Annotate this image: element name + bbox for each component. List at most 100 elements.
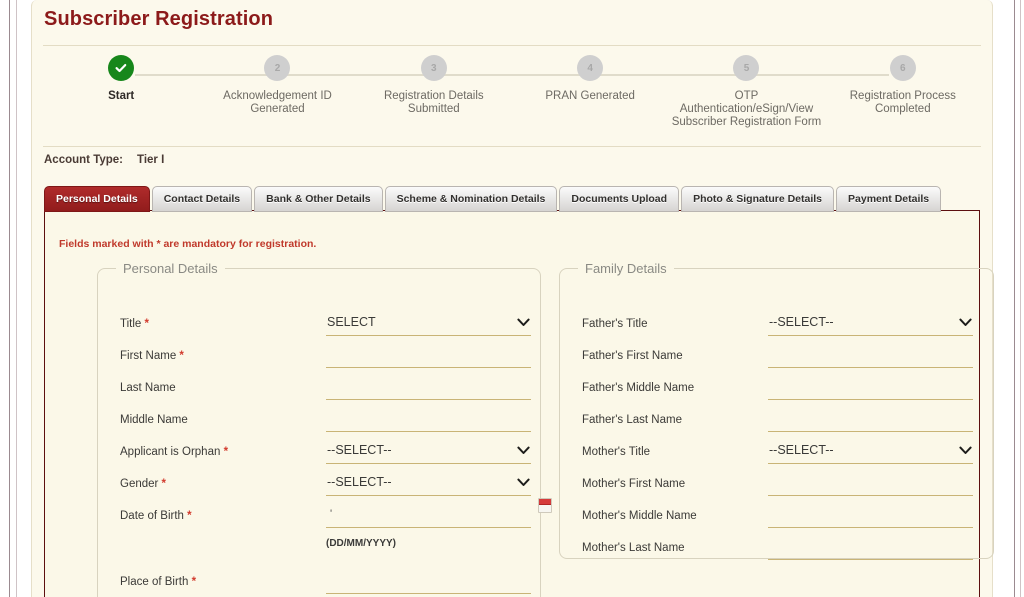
form-row: Title * SELECT xyxy=(98,310,540,342)
field-label-text: Applicant is Orphan xyxy=(120,446,221,458)
date-input-date-of-birth[interactable]: ' xyxy=(326,498,552,528)
required-asterisk: * xyxy=(183,510,192,522)
calendar-icon[interactable] xyxy=(538,498,552,513)
select-applicant-is-orphan[interactable]: --SELECT-- xyxy=(326,442,531,464)
field-value: SELECT xyxy=(327,315,376,329)
form-row: Mother's First Name xyxy=(560,470,993,502)
field-label-first-name: First Name * xyxy=(120,350,184,362)
required-asterisk: * xyxy=(141,318,149,330)
account-type-row: Account Type: Tier I xyxy=(44,154,164,166)
form-row: Applicant is Orphan * --SELECT-- xyxy=(98,438,540,470)
field-label-text: First Name xyxy=(120,350,177,362)
form-row: Gender * --SELECT-- xyxy=(98,470,540,502)
account-type-divider xyxy=(43,146,981,147)
chevron-down-icon xyxy=(517,446,530,454)
stepper-step-2: 2 Acknowledgement ID Generated xyxy=(199,55,355,129)
required-asterisk: * xyxy=(188,576,197,588)
chevron-down-icon xyxy=(959,446,972,454)
family-details-legend: Family Details xyxy=(585,261,667,276)
field-label-mother-s-first-name: Mother's First Name xyxy=(582,478,685,490)
text-input-last-name[interactable] xyxy=(326,378,531,400)
stepper-bullet-6: 6 xyxy=(889,55,916,81)
stepper-bullet-3: 3 xyxy=(420,55,447,81)
stepper-step-1: Start xyxy=(43,55,199,129)
form-row: First Name * xyxy=(98,342,540,374)
form-section-tabs: Personal Details Contact Details Bank & Ot… xyxy=(44,186,943,212)
stepper-bullet-4: 4 xyxy=(577,55,604,81)
form-row: Father's Middle Name xyxy=(560,374,993,406)
chevron-down-icon xyxy=(517,318,530,326)
text-input-middle-name[interactable] xyxy=(326,410,531,432)
field-label-middle-name: Middle Name xyxy=(120,414,188,426)
form-row: Place of Birth * xyxy=(98,568,540,597)
select-gender[interactable]: --SELECT-- xyxy=(326,474,531,496)
field-label-text: Mother's First Name xyxy=(582,478,686,490)
field-label-text: Mother's Middle Name xyxy=(582,510,697,522)
account-type-value: Tier I xyxy=(137,154,165,166)
tab-contact-details[interactable]: Contact Details xyxy=(151,186,253,212)
text-input-place-of-birth[interactable] xyxy=(326,572,531,594)
field-value: --SELECT-- xyxy=(769,315,834,329)
header-divider xyxy=(43,45,981,46)
form-row: Father's Last Name xyxy=(560,406,993,438)
text-input-mother-s-last-name[interactable] xyxy=(768,538,973,560)
field-label-father-s-middle-name: Father's Middle Name xyxy=(582,382,694,394)
check-icon xyxy=(108,55,135,81)
required-asterisk: * xyxy=(158,478,167,490)
tab-scheme-nomination-details[interactable]: Scheme & Nomination Details xyxy=(384,186,558,212)
required-asterisk: * xyxy=(176,350,184,362)
stepper-step-label: OTP Authentication/eSign/View Subscriber… xyxy=(671,90,822,128)
personal-details-legend: Personal Details xyxy=(123,261,218,276)
select-title[interactable]: SELECT xyxy=(326,314,531,336)
tab-documents-upload[interactable]: Documents Upload xyxy=(559,186,680,212)
form-row: Middle Name xyxy=(98,406,540,438)
form-row: Mother's Middle Name xyxy=(560,502,993,534)
text-input-mother-s-middle-name[interactable] xyxy=(768,506,973,528)
field-label-text: Date of Birth xyxy=(120,510,184,522)
field-label-father-s-last-name: Father's Last Name xyxy=(582,414,682,426)
field-label-text: Father's Title xyxy=(582,318,648,330)
text-input-first-name[interactable] xyxy=(326,346,531,368)
window-right-rule-2 xyxy=(1020,0,1021,597)
field-label-text: Father's Last Name xyxy=(582,414,682,426)
field-label-text: Gender xyxy=(120,478,159,490)
chevron-down-icon xyxy=(959,318,972,326)
field-label-applicant-is-orphan: Applicant is Orphan * xyxy=(120,446,228,458)
select-father-s-title[interactable]: --SELECT-- xyxy=(768,314,973,336)
stepper-bullet-2: 2 xyxy=(264,55,291,81)
field-label-mother-s-middle-name: Mother's Middle Name xyxy=(582,510,697,522)
tab-personal-details[interactable]: Personal Details xyxy=(44,186,150,212)
tab-bank-other-details[interactable]: Bank & Other Details xyxy=(254,186,383,212)
tab-photo-signature-details[interactable]: Photo & Signature Details xyxy=(681,186,835,212)
field-value: --SELECT-- xyxy=(327,475,392,489)
field-label-text: Middle Name xyxy=(120,414,188,426)
chevron-down-icon xyxy=(517,478,530,486)
text-input-father-s-last-name[interactable] xyxy=(768,410,973,432)
account-type-label: Account Type: xyxy=(44,154,124,166)
field-label-father-s-title: Father's Title xyxy=(582,318,647,330)
field-label-text: Father's First Name xyxy=(582,350,683,362)
field-label-gender: Gender * xyxy=(120,478,166,490)
stepper-step-label: Acknowledgement ID Generated xyxy=(223,90,332,115)
mandatory-fields-note: Fields marked with * are mandatory for r… xyxy=(59,238,317,250)
form-row: Mother's Last Name xyxy=(560,534,993,566)
family-details-fieldset: Family Details Father's Title --SELECT-- F… xyxy=(559,261,994,560)
required-asterisk: * xyxy=(220,446,229,458)
page-title: Subscriber Registration xyxy=(44,8,274,30)
stepper-step-label: Start xyxy=(108,90,135,102)
field-label-text: Mother's Title xyxy=(582,446,651,458)
text-input-father-s-first-name[interactable] xyxy=(768,346,973,368)
select-mother-s-title[interactable]: --SELECT-- xyxy=(768,442,973,464)
window-left-rule xyxy=(9,0,10,597)
window-left-rule-2 xyxy=(16,0,17,597)
field-label-mother-s-title: Mother's Title xyxy=(582,446,650,458)
field-label-last-name: Last Name xyxy=(120,382,176,394)
text-input-mother-s-first-name[interactable] xyxy=(768,474,973,496)
text-input-father-s-middle-name[interactable] xyxy=(768,378,973,400)
field-label-text: Place of Birth xyxy=(120,576,189,588)
form-row: Father's First Name xyxy=(560,342,993,374)
field-value: --SELECT-- xyxy=(769,443,834,457)
tab-payment-details[interactable]: Payment Details xyxy=(836,186,942,212)
field-label-title: Title * xyxy=(120,318,149,330)
form-row: Date of Birth * ' xyxy=(98,498,552,534)
